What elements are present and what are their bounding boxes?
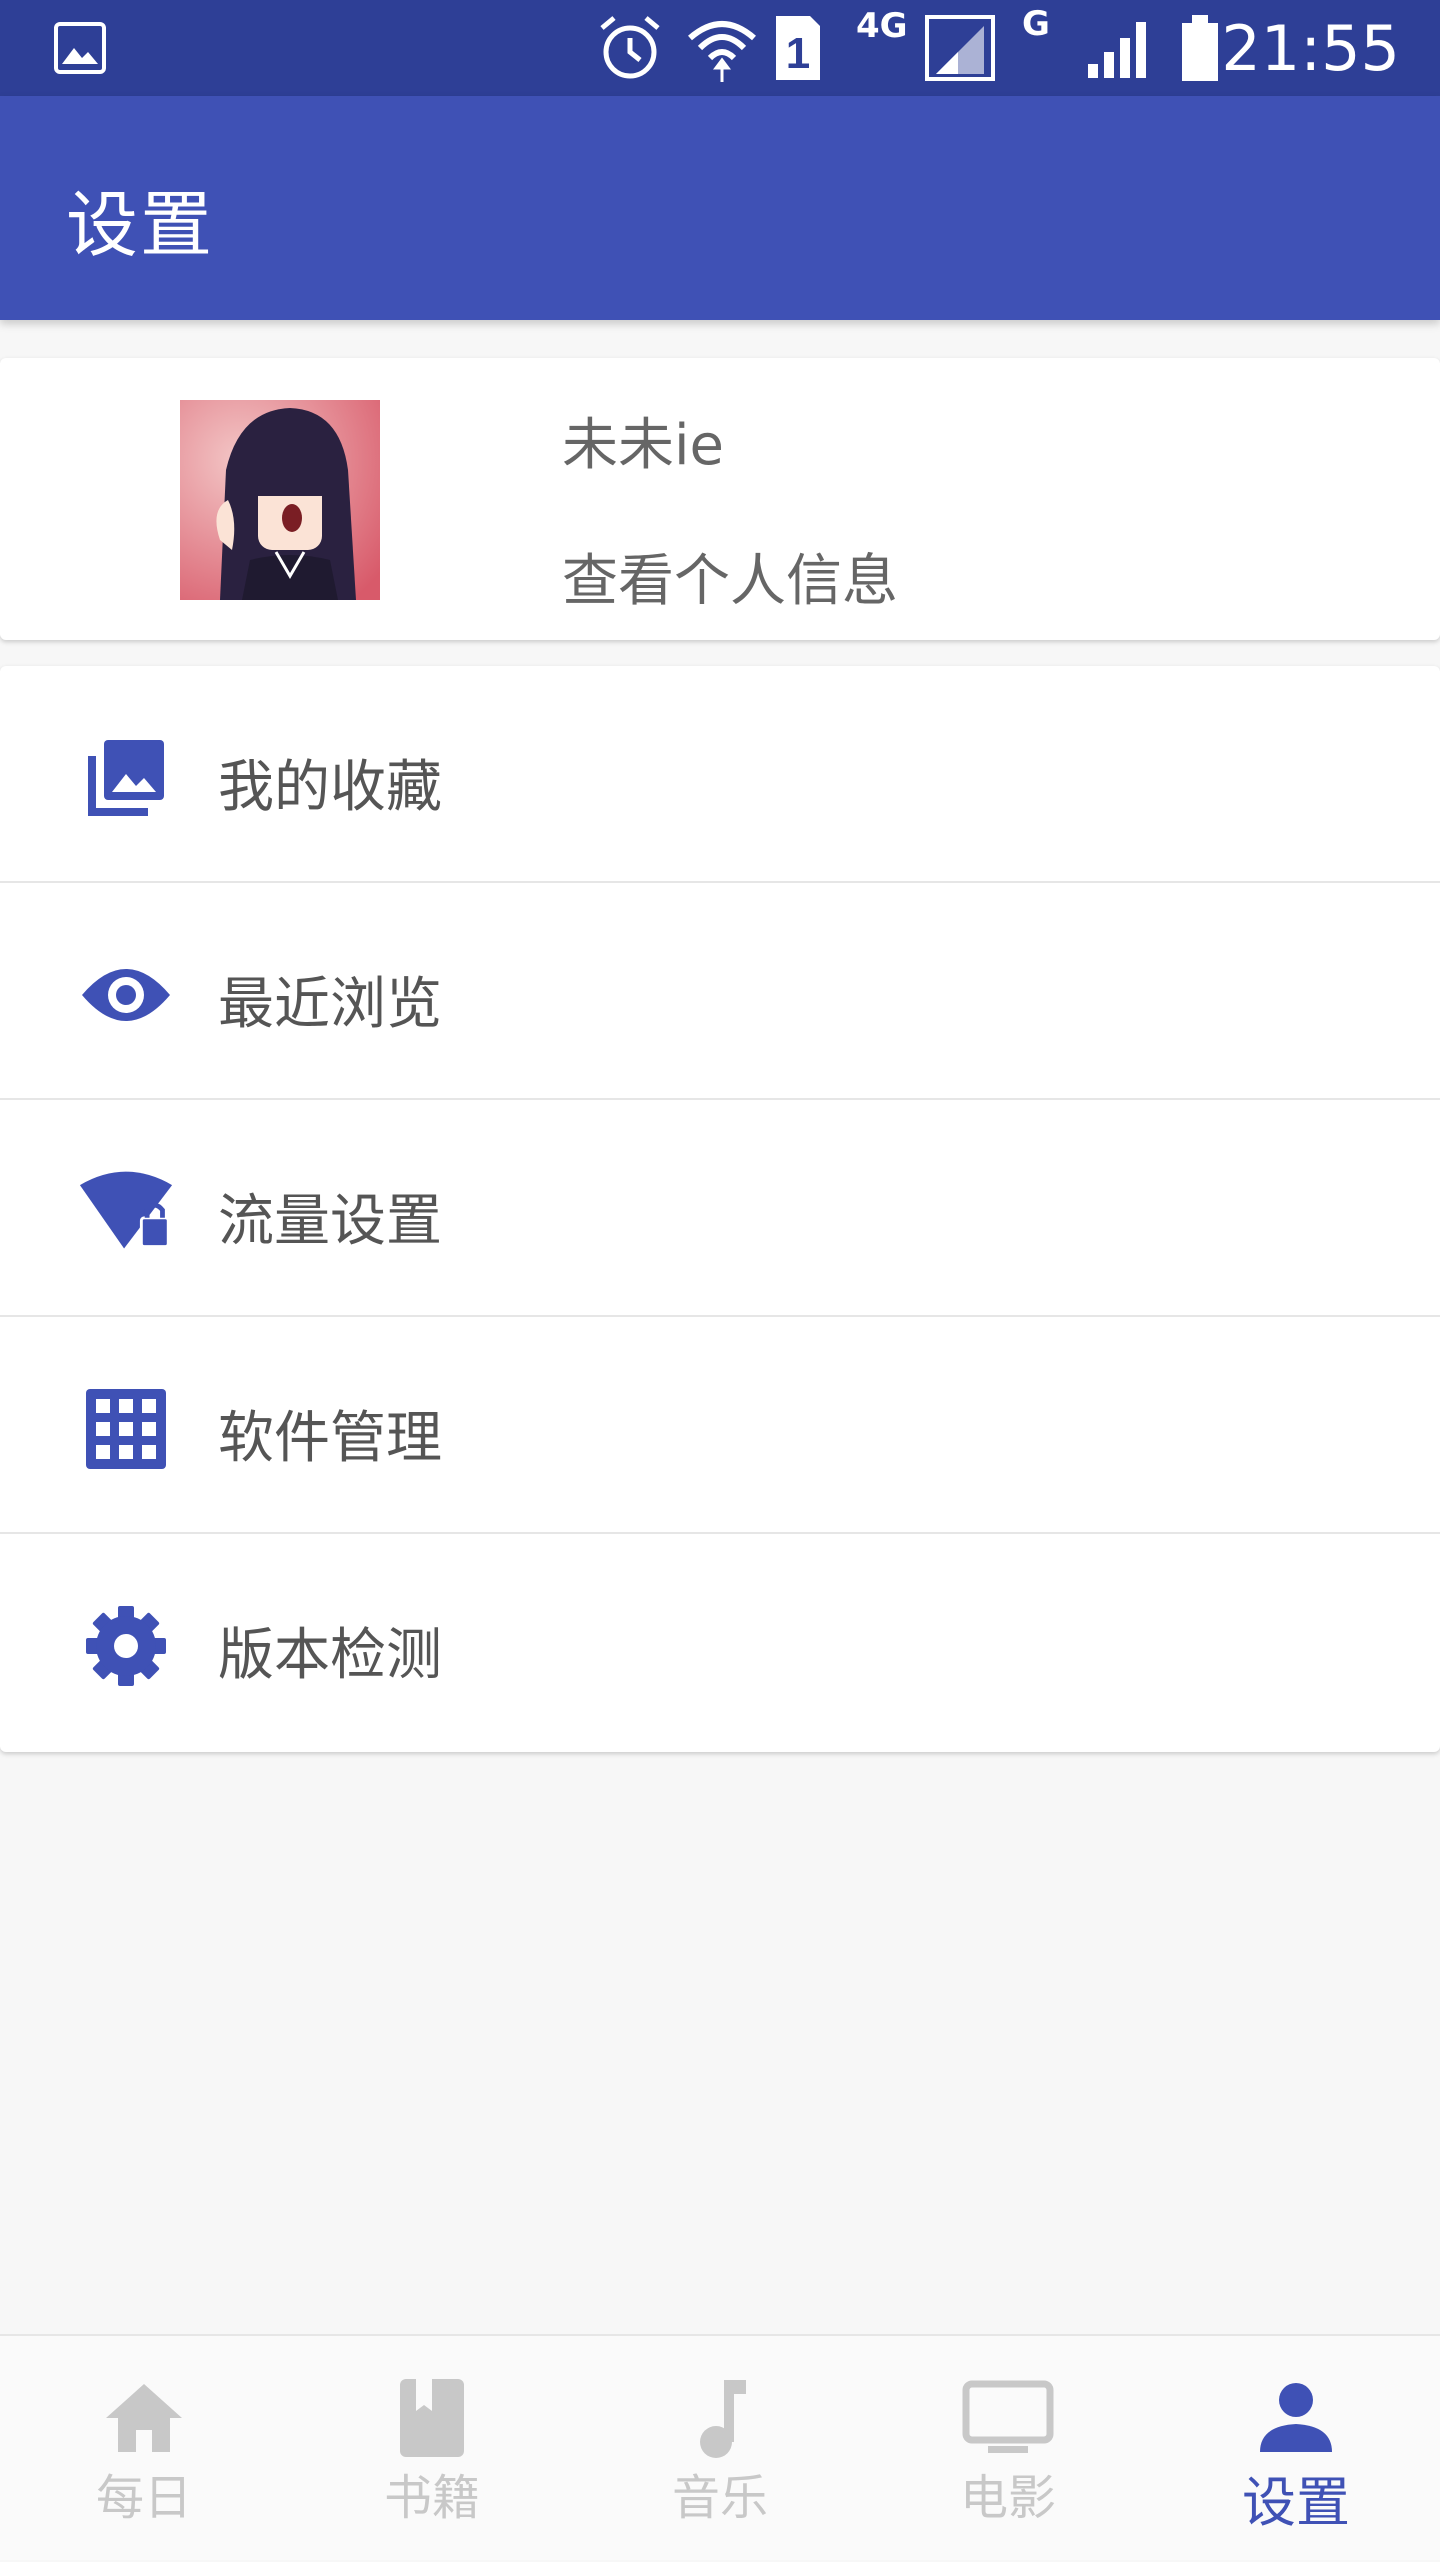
bottom-nav: 每日 书籍 音乐 电影 设置 [0, 2334, 1440, 2560]
tv-icon [960, 2376, 1056, 2460]
view-profile-link[interactable]: 查看个人信息 [562, 536, 898, 617]
gear-icon [78, 1598, 174, 1694]
menu-label: 最近浏览 [218, 972, 442, 1037]
eye-icon [78, 947, 174, 1043]
nav-item-settings[interactable]: 设置 [1152, 2336, 1440, 2562]
nav-item-books[interactable]: 书籍 [288, 2336, 576, 2562]
avatar[interactable] [180, 400, 380, 600]
battery-icon [1178, 0, 1222, 96]
network-4g-label: 4G [856, 6, 908, 46]
sim-1-icon: 1 [772, 0, 824, 96]
music-note-icon [672, 2376, 768, 2460]
nav-label: 电影 [959, 2470, 1056, 2526]
menu-label: 软件管理 [218, 1406, 442, 1471]
user-name: 未未ie [562, 413, 725, 478]
gallery-icon [52, 0, 108, 96]
photo-library-icon [78, 730, 174, 826]
wifi-icon [686, 0, 758, 96]
nav-item-daily[interactable]: 每日 [0, 2336, 288, 2562]
menu-label: 流量设置 [218, 1189, 442, 1254]
nav-label: 音乐 [671, 2470, 768, 2526]
grid-icon [78, 1381, 174, 1477]
nav-label: 每日 [95, 2470, 192, 2526]
network-g-label: G [1022, 4, 1050, 44]
home-icon [96, 2376, 192, 2460]
signal-4g-icon [924, 0, 996, 96]
signal-g-icon [1086, 0, 1154, 96]
menu-item-app-management[interactable]: 软件管理 [0, 1317, 1440, 1534]
person-icon [1248, 2376, 1344, 2460]
status-bar: 1 4G G 21:55 [0, 0, 1440, 96]
nav-item-movies[interactable]: 电影 [864, 2336, 1152, 2562]
nav-label: 书籍 [383, 2470, 480, 2526]
signal-lock-icon [78, 1164, 174, 1260]
nav-item-music[interactable]: 音乐 [576, 2336, 864, 2562]
nav-label: 设置 [1242, 2471, 1350, 2534]
settings-menu: 我的收藏 最近浏览 流量设置 软件管理 版本检测 [0, 666, 1440, 1752]
menu-item-recent[interactable]: 最近浏览 [0, 883, 1440, 1100]
menu-item-favorites[interactable]: 我的收藏 [0, 666, 1440, 883]
profile-card[interactable]: 未未ie 查看个人信息 [0, 358, 1440, 640]
menu-item-version-check[interactable]: 版本检测 [0, 1534, 1440, 1751]
sim-slot-number: 1 [786, 29, 810, 78]
alarm-icon [596, 0, 664, 96]
status-time: 21:55 [1221, 11, 1400, 85]
menu-label: 我的收藏 [218, 755, 442, 820]
app-bar: 设置 [0, 96, 1440, 320]
book-icon [384, 2376, 480, 2460]
page-title: 设置 [66, 183, 215, 267]
menu-label: 版本检测 [218, 1623, 442, 1688]
menu-item-data-settings[interactable]: 流量设置 [0, 1100, 1440, 1317]
